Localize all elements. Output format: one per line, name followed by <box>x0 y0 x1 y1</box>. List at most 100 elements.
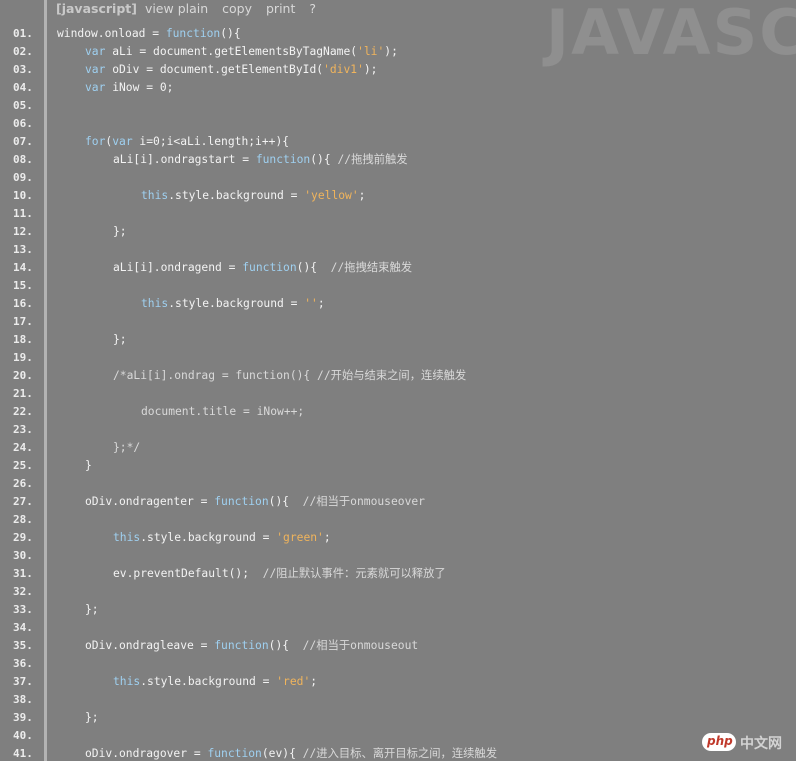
line-number: 13. <box>13 243 33 256</box>
code-text: this.style.background = 'green'; <box>113 529 331 547</box>
line-number: 04. <box>13 81 33 94</box>
keyword-token: function <box>242 261 297 274</box>
code-token: }; <box>113 225 127 238</box>
line-number: 32. <box>13 585 33 598</box>
comment-token: /*aLi[i].ondrag = function(){ //开始与结束之间，… <box>113 369 467 382</box>
code-line: 25.} <box>0 457 796 475</box>
code-text: aLi[i].ondragend = function(){ //拖拽结束触发 <box>113 259 412 277</box>
line-number: 02. <box>13 45 33 58</box>
code-token: i=0;i<aLi.length;i++){ <box>132 135 290 148</box>
copy-link[interactable]: copy <box>222 1 252 16</box>
string-token: 'red' <box>276 675 311 688</box>
code-token: ; <box>317 297 325 310</box>
code-line: 11. <box>0 205 796 223</box>
code-line: 06. <box>0 115 796 133</box>
code-text: var aLi = document.getElementsByTagName(… <box>85 43 398 61</box>
line-number: 18. <box>13 333 33 346</box>
code-line: 37. this.style.background = 'red'; <box>0 673 796 691</box>
line-number: 16. <box>13 297 33 310</box>
code-line: 30. <box>0 547 796 565</box>
comment-token: //拖拽结束触发 <box>330 261 413 274</box>
code-token: (){ <box>268 495 303 508</box>
line-number: 01. <box>13 27 33 40</box>
line-number: 29. <box>13 531 33 544</box>
code-line: 10. this.style.background = 'yellow'; <box>0 187 796 205</box>
line-number: 07. <box>13 135 33 148</box>
code-lines: 01. window.onload = function(){ 02. var aLi… <box>0 25 796 761</box>
print-link[interactable]: print <box>266 1 295 16</box>
view-plain-link[interactable]: view plain <box>145 1 208 16</box>
line-number: 25. <box>13 459 33 472</box>
comment-token: //拖拽前触发 <box>337 153 408 166</box>
comment-token: //相当于onmouseout <box>302 639 419 652</box>
line-number: 09. <box>13 171 33 184</box>
line-number: 34. <box>13 621 33 634</box>
line-number: 08. <box>13 153 33 166</box>
code-line: 13. <box>0 241 796 259</box>
code-token: (){ <box>310 153 338 166</box>
code-line: 19. <box>0 349 796 367</box>
code-line: 27. oDiv.ondragenter = function(){ //相当于o… <box>0 493 796 511</box>
comment-token: document.title = iNow++; <box>141 405 305 418</box>
code-line: 39.}; <box>0 709 796 727</box>
code-line: 17. <box>0 313 796 331</box>
keyword-token: this <box>141 189 169 202</box>
keyword-token: var <box>85 45 106 58</box>
line-number: 39. <box>13 711 33 724</box>
code-viewer: [javascript] view plain copy print ? JAV… <box>0 0 796 761</box>
code-line: 28. <box>0 511 796 529</box>
code-line: 07. for(var i=0;i<aLi.length;i++){ <box>0 133 796 151</box>
code-token: } <box>85 459 92 472</box>
keyword-token: var <box>112 135 133 148</box>
code-line: 15. <box>0 277 796 295</box>
code-toolbar: [javascript] view plain copy print ? <box>56 0 326 18</box>
code-text: var oDiv = document.getElementById('div1… <box>85 61 377 79</box>
code-token: }; <box>85 711 99 724</box>
code-line: 31. ev.preventDefault(); //阻止默认事件：元素就可以释放… <box>0 565 796 583</box>
line-number: 36. <box>13 657 33 670</box>
line-number: 26. <box>13 477 33 490</box>
line-number: 12. <box>13 225 33 238</box>
keyword-token: this <box>141 297 169 310</box>
code-line: 40. <box>0 727 796 745</box>
code-token: (){ <box>268 639 303 652</box>
line-number: 21. <box>13 387 33 400</box>
code-line: 34. <box>0 619 796 637</box>
comment-token: //相当于onmouseover <box>302 495 425 508</box>
line-number: 10. <box>13 189 33 202</box>
string-token: 'li' <box>357 45 385 58</box>
code-token: ); <box>384 45 398 58</box>
string-token: 'green' <box>276 531 324 544</box>
code-token: iNow = 0; <box>105 81 174 94</box>
help-link[interactable]: ? <box>309 1 316 16</box>
code-token: }; <box>85 603 99 616</box>
code-token: oDiv.ondragenter = <box>85 495 215 508</box>
code-line: 23. <box>0 421 796 439</box>
code-line: 05. <box>0 97 796 115</box>
code-token: aLi[i].ondragstart = <box>113 153 256 166</box>
code-token: (){ <box>296 261 331 274</box>
code-line: 01. window.onload = function(){ <box>0 25 796 43</box>
line-number: 05. <box>13 99 33 112</box>
code-token: .style.background = <box>140 531 277 544</box>
string-token: '' <box>304 297 318 310</box>
code-line: 36. <box>0 655 796 673</box>
code-line: 16. this.style.background = ''; <box>0 295 796 313</box>
keyword-token: var <box>85 81 106 94</box>
line-number: 15. <box>13 279 33 292</box>
line-number: 31. <box>13 567 33 580</box>
keyword-token: var <box>85 63 106 76</box>
code-token: oDiv.ondragleave = <box>85 639 215 652</box>
code-token: oDiv = document.getElementById( <box>105 63 324 76</box>
code-token: oDiv.ondragover = <box>85 747 208 760</box>
code-line: 38. <box>0 691 796 709</box>
code-token: }; <box>113 333 127 346</box>
code-token: ev.preventDefault(); <box>113 567 263 580</box>
code-text: var iNow = 0; <box>85 79 173 97</box>
code-text: aLi[i].ondragstart = function(){ //拖拽前触发 <box>113 151 408 169</box>
code-line: 21. <box>0 385 796 403</box>
line-number: 11. <box>13 207 33 220</box>
keyword-token: function <box>214 639 269 652</box>
code-token: aLi = document.getElementsByTagName( <box>105 45 358 58</box>
code-text: };*/ <box>113 439 140 457</box>
